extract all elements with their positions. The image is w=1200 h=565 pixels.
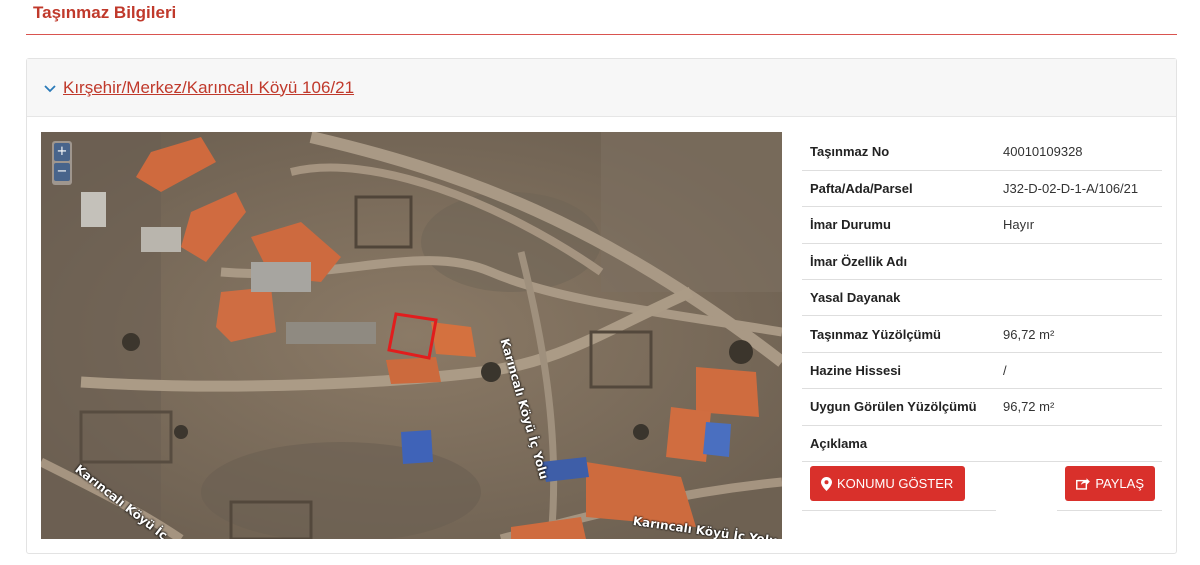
property-panel: Kırşehir/Merkez/Karıncalı Köyü 106/21 + … bbox=[26, 58, 1177, 554]
detail-label: Uygun Görülen Yüzölçümü bbox=[802, 388, 995, 426]
share-button[interactable]: PAYLAŞ bbox=[1065, 466, 1155, 501]
page-title: Taşınmaz Bilgileri bbox=[33, 3, 177, 22]
zoom-in-button[interactable]: + bbox=[54, 143, 70, 161]
row-divider bbox=[802, 510, 996, 511]
table-row: Taşınmaz Yüzölçümü 96,72 m² bbox=[802, 315, 1162, 353]
detail-label: Taşınmaz No bbox=[802, 134, 995, 171]
detail-value: / bbox=[995, 352, 1162, 390]
detail-label: Pafta/Ada/Parsel bbox=[802, 170, 995, 208]
detail-value: 96,72 m² bbox=[995, 388, 1162, 426]
property-details-table: Taşınmaz No 40010109328 Pafta/Ada/Parsel… bbox=[802, 134, 1162, 463]
detail-label: Yasal Dayanak bbox=[802, 279, 995, 317]
row-divider bbox=[1057, 510, 1162, 511]
table-row: Hazine Hissesi / bbox=[802, 352, 1162, 390]
detail-label: Taşınmaz Yüzölçümü bbox=[802, 315, 995, 353]
table-row: Uygun Görülen Yüzölçümü 96,72 m² bbox=[802, 388, 1162, 426]
detail-value: 40010109328 bbox=[995, 134, 1162, 171]
title-divider bbox=[26, 34, 1177, 35]
detail-label: İmar Durumu bbox=[802, 206, 995, 244]
property-location-link[interactable]: Kırşehir/Merkez/Karıncalı Köyü 106/21 bbox=[63, 78, 354, 98]
show-location-button[interactable]: KONUMU GÖSTER bbox=[810, 466, 965, 501]
detail-label: İmar Özellik Adı bbox=[802, 243, 995, 281]
zoom-out-button[interactable]: − bbox=[54, 163, 70, 181]
detail-value: 96,72 m² bbox=[995, 315, 1162, 353]
detail-value bbox=[995, 425, 1162, 463]
action-row: KONUMU GÖSTER PAYLAŞ bbox=[802, 463, 1162, 511]
map-marker-icon bbox=[821, 476, 832, 491]
table-row: Taşınmaz No 40010109328 bbox=[802, 134, 1162, 171]
table-row: İmar Durumu Hayır bbox=[802, 206, 1162, 244]
zoom-control: + − bbox=[52, 141, 72, 185]
share-icon bbox=[1076, 478, 1090, 490]
table-row: Pafta/Ada/Parsel J32-D-02-D-1-A/106/21 bbox=[802, 170, 1162, 208]
satellite-map[interactable]: + − Karıncalı Köyü İç Yolu Karıncalı Köy… bbox=[41, 132, 782, 539]
detail-value: J32-D-02-D-1-A/106/21 bbox=[995, 170, 1162, 208]
show-location-label: KONUMU GÖSTER bbox=[837, 476, 954, 491]
detail-label: Açıklama bbox=[802, 425, 995, 463]
table-row: Açıklama bbox=[802, 425, 1162, 463]
detail-label: Hazine Hissesi bbox=[802, 352, 995, 390]
detail-value bbox=[995, 243, 1162, 281]
detail-value bbox=[995, 279, 1162, 317]
share-label: PAYLAŞ bbox=[1095, 476, 1144, 491]
table-row: İmar Özellik Adı bbox=[802, 243, 1162, 281]
map-imagery bbox=[41, 132, 782, 539]
table-row: Yasal Dayanak bbox=[802, 279, 1162, 317]
chevron-down-icon[interactable] bbox=[43, 82, 57, 96]
panel-header[interactable]: Kırşehir/Merkez/Karıncalı Köyü 106/21 bbox=[27, 59, 1176, 117]
detail-value: Hayır bbox=[995, 206, 1162, 244]
